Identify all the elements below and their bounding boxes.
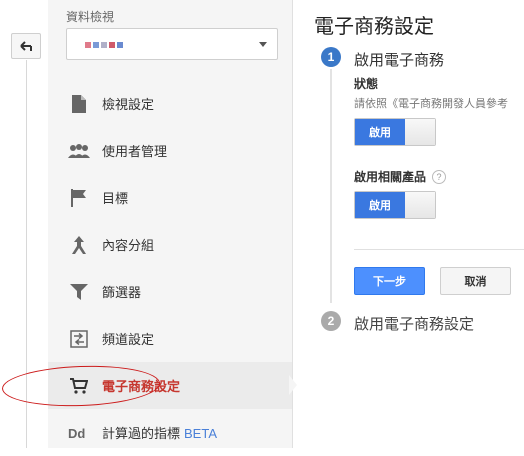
ecommerce-toggle[interactable]: 啟用 [354,118,436,146]
view-select[interactable] [66,28,278,60]
flag-icon [68,188,90,208]
related-products-text: 啟用相關產品 [354,170,427,184]
toggle-on-label: 啟用 [355,119,405,145]
back-arrow-icon [20,41,32,51]
sidebar-item-label: 篩選器 [102,285,142,300]
sidebar-item-calculated-metrics[interactable]: Dd 計算過的指標 BETA [48,409,292,456]
toggle-off-knob [405,119,435,145]
sidebar-item-label: 計算過的指標 BETA [102,423,217,442]
next-step-button[interactable]: 下一步 [354,267,425,295]
document-icon [68,94,90,114]
chevron-down-icon [259,42,267,47]
toggle-off-knob [405,192,435,218]
status-label: 狀態 [354,77,379,91]
cart-icon [68,376,90,396]
toggle-on-label: 啟用 [355,192,405,218]
sidebar-item-filters[interactable]: 篩選器 [48,268,292,315]
view-label: 資料檢視 [66,10,115,24]
sidebar-item-label-text: 計算過的指標 [102,426,181,441]
divider-line [26,60,27,448]
sidebar-item-channel-settings[interactable]: 頻道設定 [48,315,292,362]
admin-sidebar: 資料檢視 檢視設定 使用者管理 目標 內容分組 篩選器 頻道設定 電子商務設定 … [48,0,293,448]
sidebar-item-label: 檢視設定 [102,97,155,112]
step-connector [330,69,332,303]
sidebar-item-goals[interactable]: 目標 [48,174,292,221]
sidebar-item-label: 目標 [102,191,129,206]
obscured-view-name [85,42,123,48]
back-button[interactable] [11,33,41,59]
sidebar-item-ecommerce-settings[interactable]: 電子商務設定 [48,362,292,409]
cancel-button[interactable]: 取消 [440,267,511,295]
related-products-label: 啟用相關產品 ? [354,168,447,185]
admin-menu: 檢視設定 使用者管理 目標 內容分組 篩選器 頻道設定 電子商務設定 Dd 計算… [48,80,292,456]
sidebar-item-content-grouping[interactable]: 內容分組 [48,221,292,268]
channel-settings-icon [68,329,90,349]
sidebar-item-label: 頻道設定 [102,332,155,347]
status-description: 請依照《電子商務開發人員參考 [354,98,508,110]
content-grouping-icon [68,235,90,255]
dd-icon: Dd [68,423,90,443]
sidebar-item-label: 電子商務設定 [102,379,181,394]
page-title: 電子商務設定 [314,16,434,38]
help-icon[interactable]: ? [432,169,447,184]
step-1-number: 1 [321,47,341,67]
active-pointer [289,375,297,395]
section-divider [354,249,524,250]
step-2-title: 啟用電子商務設定 [354,316,475,333]
beta-badge: BETA [184,426,218,441]
sidebar-item-label: 使用者管理 [102,144,168,159]
sidebar-item-label: 內容分組 [102,238,155,253]
related-products-toggle[interactable]: 啟用 [354,191,436,219]
users-icon [68,141,90,161]
step-1-title: 啟用電子商務 [354,52,445,69]
back-column [0,0,48,448]
ecommerce-settings-panel: 電子商務設定 1 啟用電子商務 狀態 請依照《電子商務開發人員參考 啟用 啟用相… [314,0,524,448]
svg-text:Dd: Dd [68,426,85,440]
filter-icon [68,282,90,302]
sidebar-item-view-settings[interactable]: 檢視設定 [48,80,292,127]
step-2-number: 2 [321,311,341,331]
sidebar-item-user-management[interactable]: 使用者管理 [48,127,292,174]
